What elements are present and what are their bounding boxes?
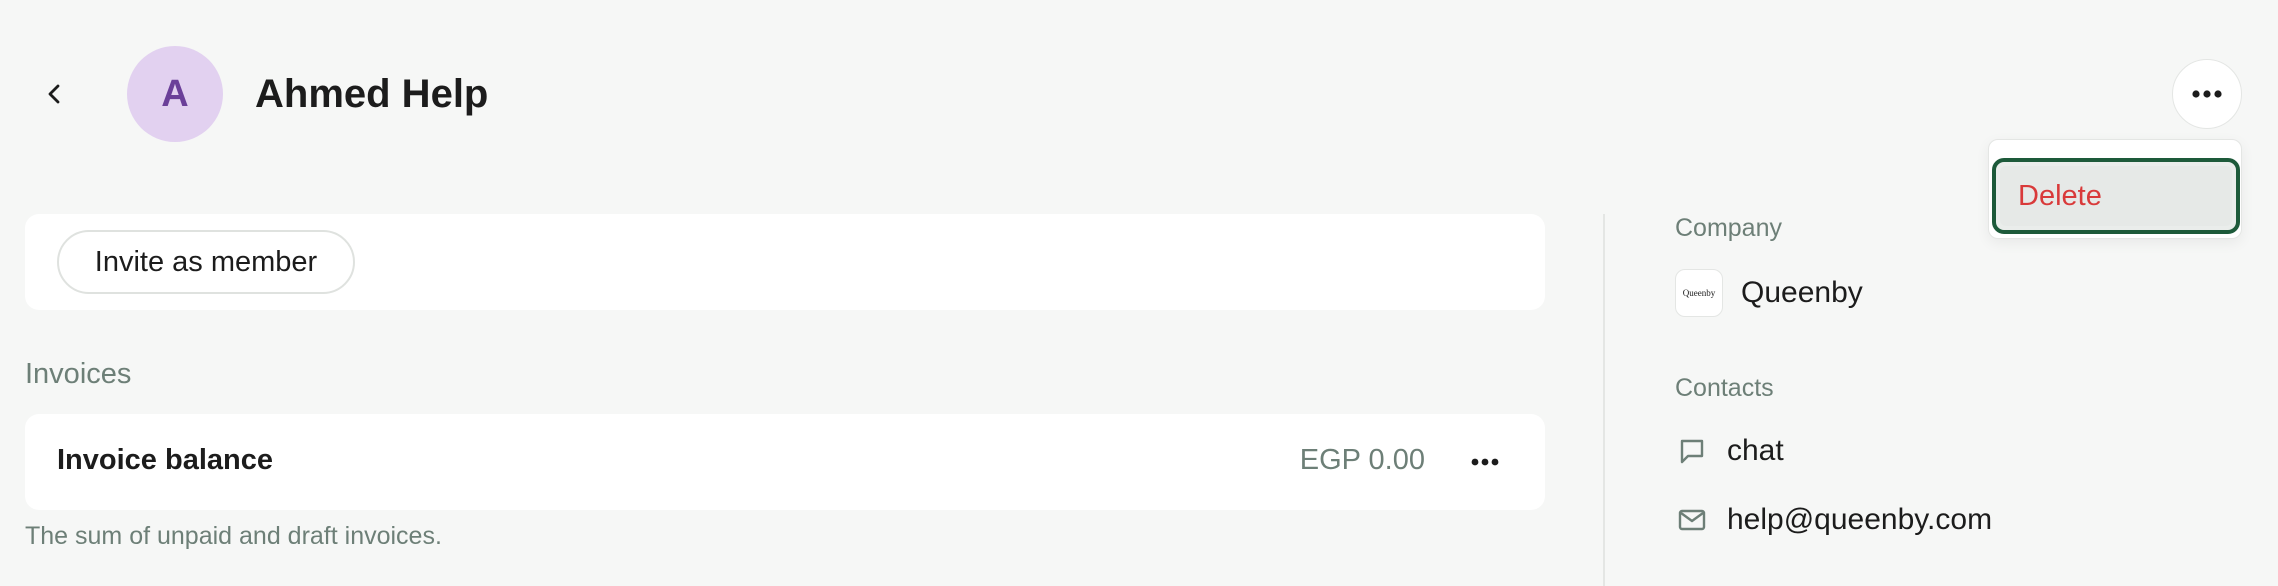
invoice-more-button[interactable]: [1465, 442, 1505, 482]
options-dropdown: Delete: [1988, 139, 2242, 239]
more-horizontal-icon: [2192, 90, 2222, 98]
invoice-balance-card: Invoice balance EGP 0.00: [25, 414, 1545, 510]
delete-menu-item[interactable]: Delete: [1992, 158, 2240, 234]
contact-chat-label: chat: [1727, 434, 1784, 467]
contacts-label: Contacts: [1675, 374, 1774, 402]
column-divider: [1603, 214, 1605, 586]
invoice-balance-amount: EGP 0.00: [1299, 444, 1425, 476]
avatar-initial: A: [161, 72, 189, 115]
delete-label: Delete: [2018, 179, 2102, 212]
contact-email[interactable]: help@queenby.com: [1675, 503, 1992, 537]
invite-as-member-button[interactable]: Invite as member: [57, 230, 355, 294]
company-logo: Queenby: [1675, 269, 1723, 317]
mail-icon: [1675, 503, 1709, 537]
avatar: A: [127, 46, 223, 142]
company-label: Company: [1675, 214, 1782, 242]
contact-detail-page: A Ahmed Help Delete Invite as member Inv…: [0, 0, 2278, 586]
invoice-balance-note: The sum of unpaid and draft invoices.: [25, 522, 442, 550]
back-button[interactable]: [36, 72, 74, 116]
contact-chat[interactable]: chat: [1675, 434, 1784, 468]
contact-email-label: help@queenby.com: [1727, 503, 1993, 536]
chevron-left-icon: [48, 84, 60, 104]
page-title: Ahmed Help: [255, 72, 489, 116]
invoice-balance-title: Invoice balance: [57, 444, 273, 476]
company-link[interactable]: Queenby Queenby: [1675, 269, 1863, 317]
more-horizontal-icon: [1471, 458, 1499, 466]
invoices-section-label: Invoices: [25, 358, 132, 390]
chat-icon: [1675, 434, 1709, 468]
company-name: Queenby: [1741, 276, 1863, 309]
invite-card: Invite as member: [25, 214, 1545, 310]
more-options-button[interactable]: [2172, 59, 2242, 129]
